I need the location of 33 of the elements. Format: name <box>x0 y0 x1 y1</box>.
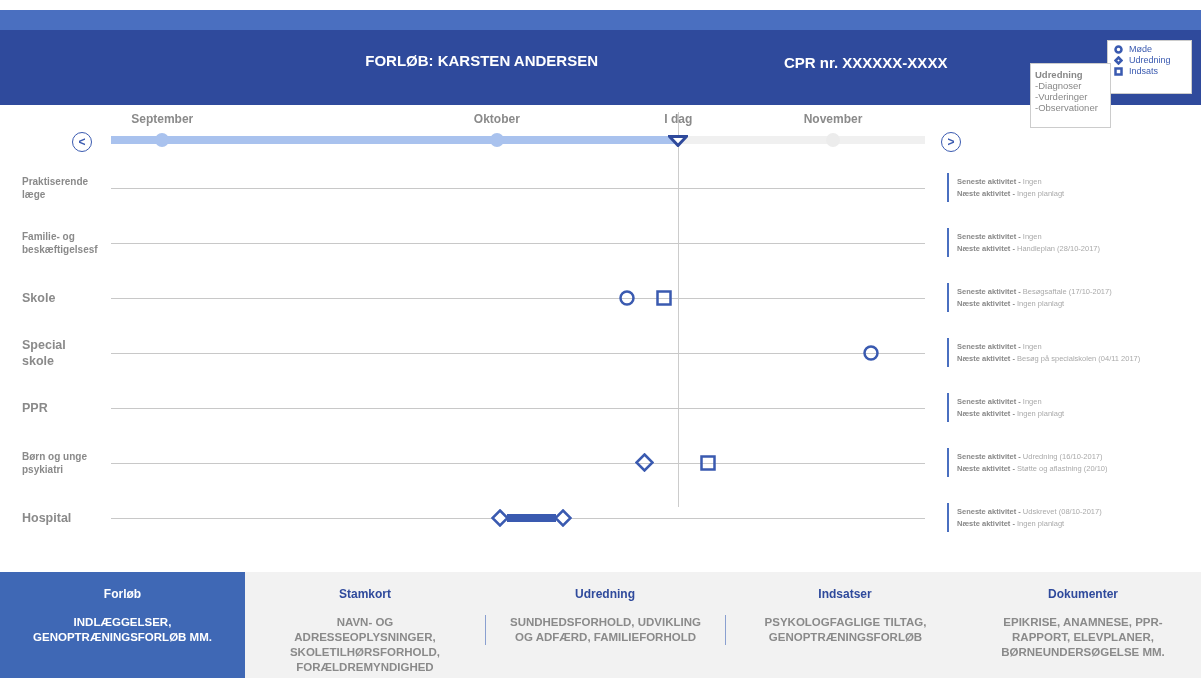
row-label: Special skole <box>22 336 67 369</box>
tooltip-line: -Observationer <box>1035 102 1099 113</box>
diamond-marker <box>635 453 655 472</box>
row-label: Skole <box>22 289 57 306</box>
tooltip-title: Udredning <box>1035 69 1084 80</box>
previous-button[interactable]: < <box>72 132 92 152</box>
row-label: Familie- og beskæftigelsesf <box>22 229 99 256</box>
diamond-icon <box>1114 55 1123 65</box>
legend-label: Møde <box>1129 44 1152 54</box>
square-icon <box>1114 66 1123 76</box>
circle-marker <box>863 344 880 361</box>
cpr-number: CPR nr. XXXXXX-XXXX <box>784 54 948 71</box>
tooltip-line: -Diagnoser <box>1035 80 1083 91</box>
square-marker <box>655 289 672 306</box>
today-label: I dag <box>664 112 693 126</box>
row-label: Praktiserende læge <box>22 174 90 201</box>
row-label: PPR <box>22 399 49 416</box>
row-label: Hospital <box>22 509 73 526</box>
today-marker-icon <box>668 135 689 147</box>
month-label: Oktober <box>473 112 520 126</box>
nav-tab[interactable]: Forløb INDLÆGGELSER, GENOPTRÆNINGSFORLØB MM. <box>0 572 245 678</box>
page-title: FORLØB: KARSTEN ANDERSEN <box>365 52 598 69</box>
range-marker-drawing[interactable] <box>491 508 572 527</box>
row-label: Børn og unge psykiatri <box>22 449 88 476</box>
tooltip-line: -Vurderinger <box>1035 91 1089 102</box>
next-button[interactable]: > <box>941 132 961 152</box>
month-label: November <box>803 112 863 126</box>
month-label: September <box>131 112 194 126</box>
circle-icon <box>1114 44 1123 54</box>
circle-marker <box>619 289 636 306</box>
legend-label: Udredning <box>1129 55 1171 65</box>
legend-label: Indsats <box>1129 66 1159 76</box>
square-marker <box>699 454 716 471</box>
